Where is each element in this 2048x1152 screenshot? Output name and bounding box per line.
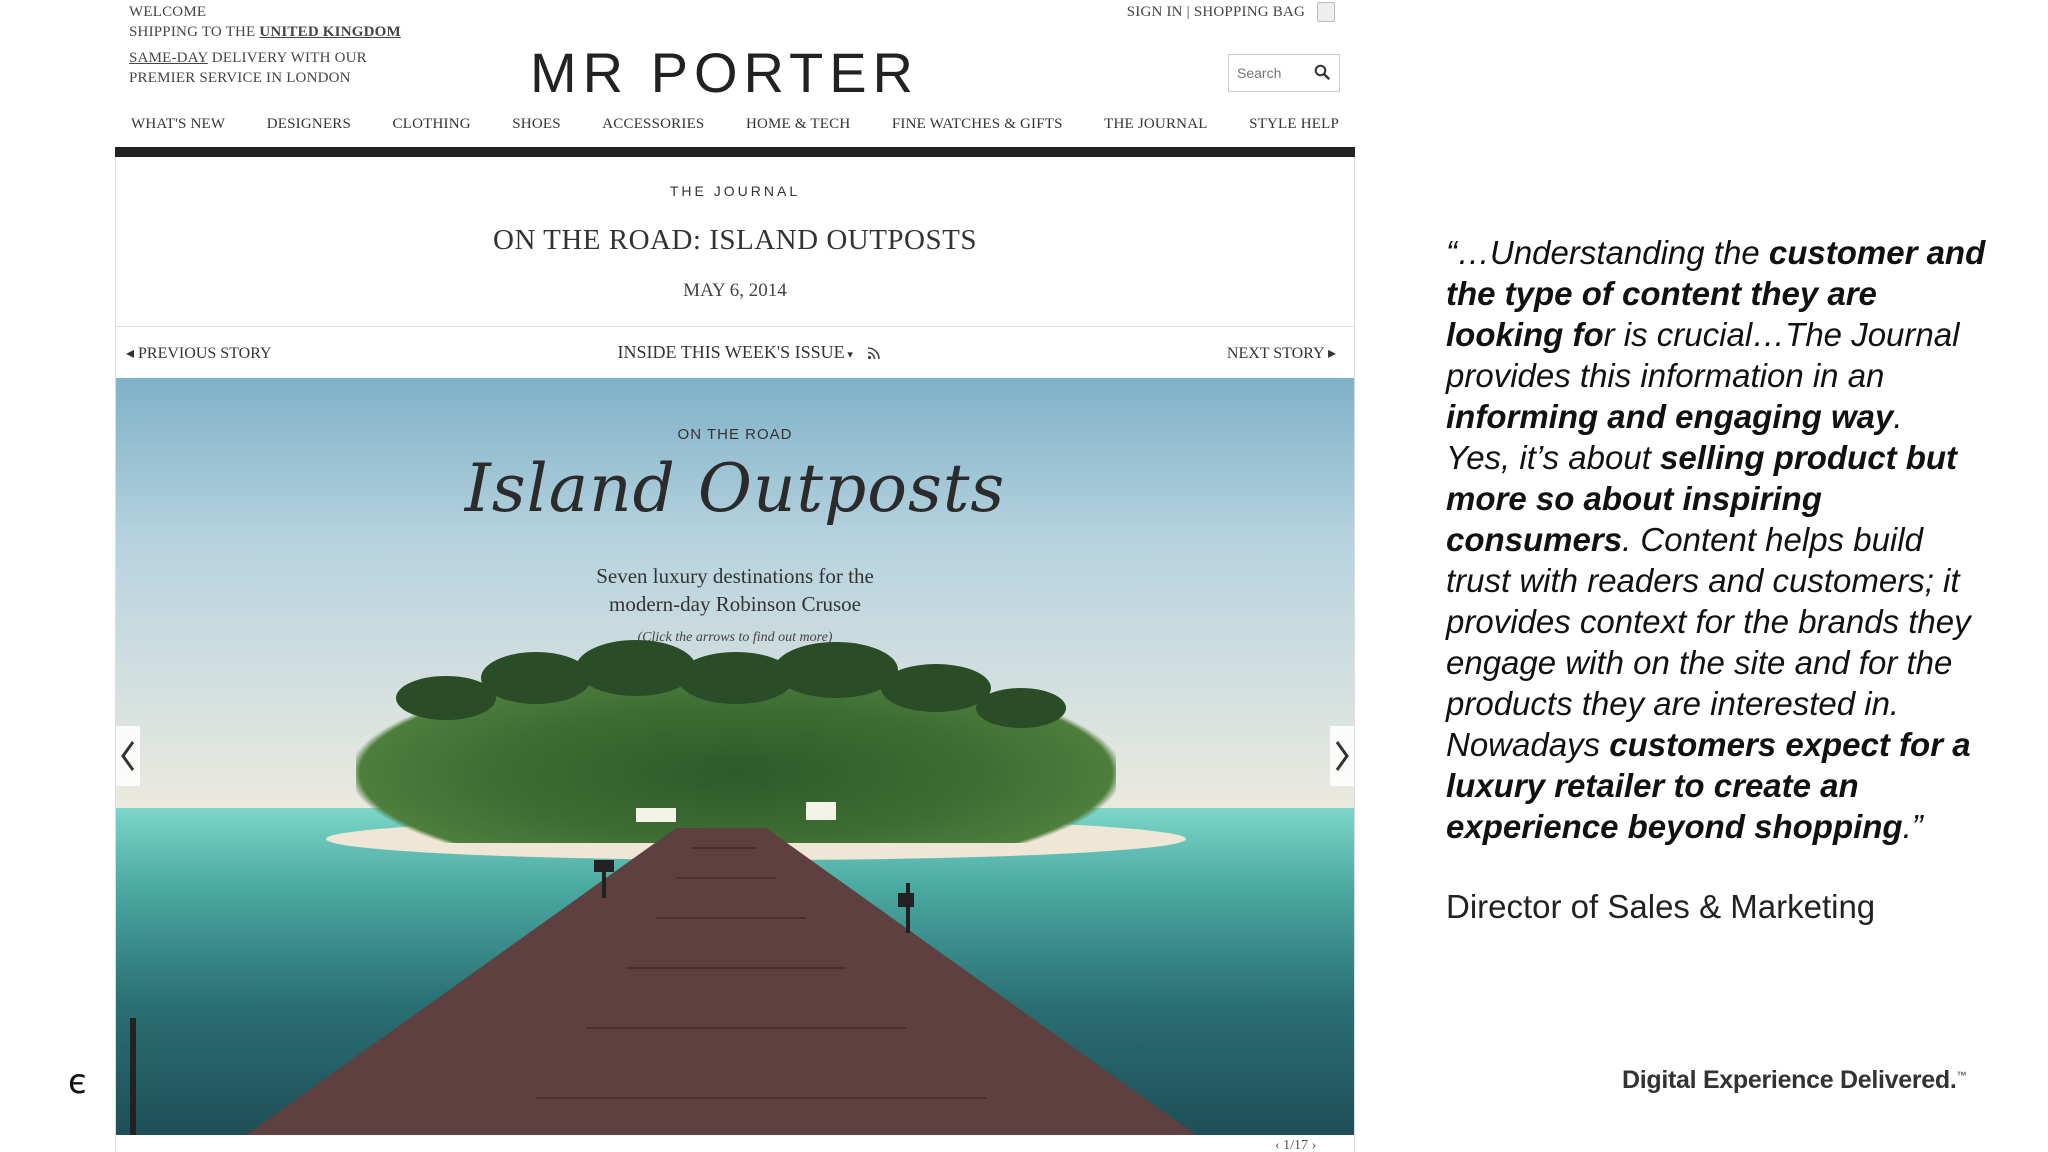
quote-emphasis: the type of content they are [1446,275,1877,312]
carousel-prev-button[interactable] [116,726,140,786]
pager-count: 1/17 [1283,1138,1309,1152]
nav-fine-watches-gifts[interactable]: FINE WATCHES & GIFTS [892,116,1063,142]
shipping-prefix: SHIPPING TO THE [129,24,260,40]
quote-text: engage with on the site and for the [1446,644,1953,681]
quote-line: Yes, it’s about selling product but [1446,437,2026,478]
caret-right-icon: ▸ [1323,344,1336,362]
shipping-text: SHIPPING TO THE UNITED KINGDOM [129,22,401,42]
hero-image: ON THE ROAD Island Outposts Seven luxury… [116,378,1354,1135]
quote-line: provides context for the brands they [1446,601,2026,642]
story-date: MAY 6, 2014 [683,280,787,301]
quote-line: “…Understanding the customer and [1446,232,2026,273]
quote-block: “…Understanding the customer and the type… [1446,232,2026,847]
quote-text: .” [1902,808,1923,845]
sameday-text: SAME-DAY DELIVERY WITH OUR [129,48,367,68]
quote-text: r is crucial…The Journal [1603,316,1960,353]
inside-issue-label: INSIDE THIS WEEK'S ISSUE [617,342,845,362]
shopping-bag-icon[interactable] [1317,2,1335,22]
welcome-text: WELCOME [129,4,207,20]
quote-text: products they are interested in. [1446,685,1900,722]
quote-text: “…Understanding the [1446,234,1769,271]
quote-text: Nowadays [1446,726,1610,763]
website-screenshot: WELCOME SHIPPING TO THE UNITED KINGDOM S… [115,0,1355,1152]
pager-next-icon[interactable]: › [1308,1138,1317,1152]
nav-designers[interactable]: DESIGNERS [267,116,351,142]
quote-attribution: Director of Sales & Marketing [1446,888,1876,925]
hero-script-title: Island Outposts [464,450,1006,527]
pager-prev-icon[interactable]: ‹ [1275,1138,1283,1152]
nav-clothing[interactable]: CLOTHING [393,116,471,142]
quote-emphasis: looking fo [1446,316,1604,353]
hero-kicker: ON THE ROAD [677,426,793,443]
quote-emphasis: customer and [1768,234,1986,271]
slide-pager[interactable]: ‹ 1/17 › [1275,1138,1316,1152]
hero-note: (Click the arrows to find out more) [637,630,833,645]
main-nav: WHAT'S NEW DESIGNERS CLOTHING SHOES ACCE… [115,116,1355,142]
sameday-rest: DELIVERY WITH OUR [207,50,367,66]
quote-line: luxury retailer to create an [1446,765,2026,806]
journal-kicker: THE JOURNAL [669,183,801,199]
quote-line: provides this information in an [1446,355,2026,396]
quote-text: . Content helps build [1622,521,1923,558]
next-story-label: NEXT STORY [1226,344,1324,362]
nav-divider [115,147,1355,157]
previous-story-link[interactable]: ◂ PREVIOUS STORY [126,343,272,363]
rss-icon[interactable] [867,346,881,360]
sameday-link[interactable]: SAME-DAY [129,50,208,66]
quote-emphasis: informing and engaging way [1446,398,1894,435]
quote-emphasis: luxury retailer to create an [1446,767,1859,804]
quote-line: looking for is crucial…The Journal [1446,314,2026,355]
search-box [1228,54,1340,92]
quote-text: provides context for the brands they [1446,603,1971,640]
palm-trees [396,640,1066,728]
quote-line: informing and engaging way. [1446,396,2026,437]
nav-the-journal[interactable]: THE JOURNAL [1104,116,1207,142]
nav-accessories[interactable]: ACCESSORIES [602,116,704,142]
quote-line: trust with readers and customers; it [1446,560,2026,601]
nav-shoes[interactable]: SHOES [512,116,561,142]
hero-subtitle-line2: modern-day Robinson Crusoe [609,592,861,616]
quote-text: Yes, it’s about [1446,439,1661,476]
shipping-country-link[interactable]: UNITED KINGDOM [259,24,401,40]
quote-text: provides this information in an [1446,357,1885,394]
quote-emphasis: selling product but [1660,439,1958,476]
quote-emphasis: more so about inspiring [1446,480,1822,517]
search-icon[interactable] [1314,64,1330,80]
story-navigation: ◂ PREVIOUS STORY INSIDE THIS WEEK'S ISSU… [116,326,1354,378]
brand-mark-icon: є [68,1062,87,1102]
quote-emphasis: consumers [1446,521,1623,558]
nav-home-tech[interactable]: HOME & TECH [746,116,850,142]
quote-line: experience beyond shopping.” [1446,806,2026,847]
quote-line: consumers. Content helps build [1446,519,2026,560]
chevron-left-icon [121,741,135,771]
chevron-right-icon [1335,741,1349,771]
previous-story-label: PREVIOUS STORY [138,344,272,362]
quote-line: the type of content they are [1446,273,2026,314]
quote-text: trust with readers and customers; it [1446,562,1960,599]
search-input[interactable] [1229,55,1303,91]
tagline-text: Digital Experience Delivered. [1622,1066,1957,1094]
quote-line: Nowadays customers expect for a [1446,724,2026,765]
signin-shopping-bag-link[interactable]: SIGN IN | SHOPPING BAG [1127,2,1305,22]
dropdown-caret-icon: ▾ [844,349,853,361]
nav-style-help[interactable]: STYLE HELP [1249,116,1339,142]
quote-text: . [1893,398,1903,435]
quote-line: engage with on the site and for the [1446,642,2026,683]
quote-line: more so about inspiring [1446,478,2026,519]
company-tagline: Digital Experience Delivered.™ [1622,1066,1967,1095]
next-story-link[interactable]: NEXT STORY ▸ [1227,343,1336,363]
carousel-next-button[interactable] [1330,726,1354,786]
quote-emphasis: customers expect for a [1609,726,1971,763]
premier-service-text: PREMIER SERVICE IN LONDON [129,70,351,86]
trademark-symbol: ™ [1956,1070,1967,1082]
quote-line: products they are interested in. [1446,683,2026,724]
caret-left-icon: ◂ [126,344,139,362]
site-logo[interactable]: MR PORTER [530,40,919,105]
hero-subtitle-line1: Seven luxury destinations for the [596,564,874,588]
inside-issue-dropdown[interactable]: INSIDE THIS WEEK'S ISSUE ▾ [618,342,881,363]
quote-emphasis: experience beyond shopping [1446,808,1903,845]
story-title: ON THE ROAD: ISLAND OUTPOSTS [493,224,977,256]
nav-whats-new[interactable]: WHAT'S NEW [131,116,225,142]
